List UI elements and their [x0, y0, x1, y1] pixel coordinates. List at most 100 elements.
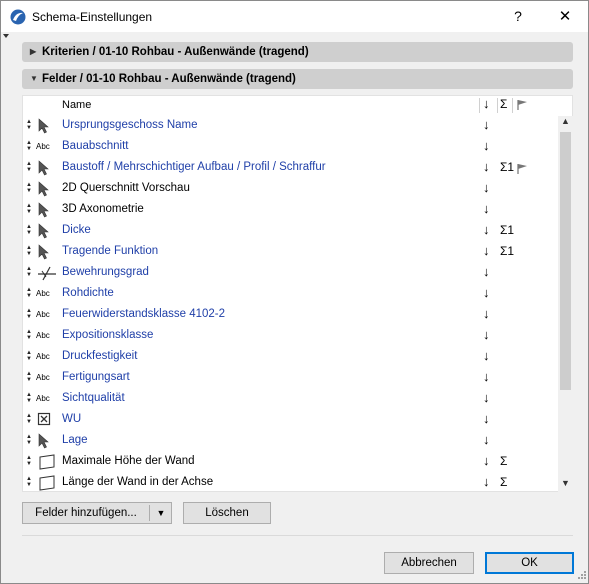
column-header-sort[interactable]: ↓ — [483, 96, 490, 111]
sort-arrow-icon[interactable]: ↓ — [483, 201, 490, 216]
total-indicator[interactable]: Σ1 — [500, 160, 514, 174]
title-bar: Schema-Einstellungen ? ✕ — [1, 1, 588, 32]
abc-icon: Abc — [36, 310, 50, 319]
field-row[interactable]: ▲ ▼ Maximale Höhe der Wand ↓ Σ — [23, 452, 557, 473]
field-row[interactable]: ▲ ▼ Länge der Wand in der Achse ↓ Σ — [23, 473, 557, 494]
drag-handle-icon[interactable]: ▲ ▼ — [25, 119, 33, 131]
cancel-button[interactable]: Abbrechen — [384, 552, 474, 574]
field-row[interactable]: ▲ ▼ Tragende Funktion ↓ Σ1 — [23, 242, 557, 263]
list-column-header: Name ↓ Σ — [23, 96, 557, 116]
field-row[interactable]: ▲ ▼ Abc Fertigungsart ↓ — [23, 368, 557, 389]
drag-handle-icon[interactable]: ▲ ▼ — [25, 245, 33, 257]
drag-handle-icon[interactable]: ▲ ▼ — [25, 182, 33, 194]
field-row[interactable]: ▲ ▼ Dicke ↓ Σ1 — [23, 221, 557, 242]
field-row[interactable]: ▲ ▼ Baustoff / Mehrschichtiger Aufbau / Pr… — [23, 158, 557, 179]
sort-arrow-icon[interactable]: ↓ — [483, 138, 490, 153]
scroll-down-icon[interactable]: ▼ — [558, 478, 573, 492]
abc-icon: Abc — [36, 352, 50, 361]
abc-icon: Abc — [36, 331, 50, 340]
criteria-section-header[interactable]: ▶ Kriterien / 01-10 Rohbau - Außenwände … — [22, 42, 573, 62]
vertical-scrollbar[interactable]: ▲ ▼ — [558, 116, 573, 492]
total-indicator[interactable]: Σ1 — [500, 244, 514, 258]
abc-icon: Abc — [36, 394, 50, 403]
field-name: 2D Querschnitt Vorschau — [62, 182, 190, 194]
column-header-total[interactable]: Σ — [500, 97, 507, 111]
field-row[interactable]: ▲ ▼ Ursprungsgeschoss Name ↓ — [23, 116, 557, 137]
sort-arrow-icon[interactable]: ↓ — [483, 432, 490, 447]
sort-arrow-icon[interactable]: ↓ — [483, 117, 490, 132]
sort-arrow-icon[interactable]: ↓ — [483, 411, 490, 426]
field-row[interactable]: ▲ ▼ 3D Axonometrie ↓ — [23, 200, 557, 221]
total-indicator[interactable]: Σ — [500, 454, 507, 468]
help-button[interactable]: ? — [495, 1, 541, 32]
sort-arrow-icon[interactable]: ↓ — [483, 285, 490, 300]
field-name: Länge der Wand in der Achse — [62, 476, 214, 488]
sort-arrow-icon[interactable]: ↓ — [483, 453, 490, 468]
scroll-up-icon[interactable]: ▲ — [558, 116, 573, 130]
drag-handle-icon[interactable]: ▲ ▼ — [25, 392, 33, 404]
drag-handle-icon[interactable]: ▲ ▼ — [25, 434, 33, 446]
close-button[interactable]: ✕ — [542, 1, 588, 32]
sort-arrow-icon[interactable]: ↓ — [483, 327, 490, 342]
drag-handle-icon[interactable]: ▲ ▼ — [25, 140, 33, 152]
drag-handle-icon[interactable]: ▲ ▼ — [25, 224, 33, 236]
total-indicator[interactable]: Σ — [500, 475, 507, 489]
field-name: WU — [62, 413, 82, 425]
fields-section-header[interactable]: ▼ Felder / 01-10 Rohbau - Außenwände (tr… — [22, 69, 573, 89]
field-name: Feuerwiderstandsklasse 4102-2 — [62, 308, 226, 320]
arrow-pointer-icon — [37, 181, 57, 197]
drag-handle-icon[interactable]: ▲ ▼ — [25, 413, 33, 425]
drag-handle-icon[interactable]: ▲ ▼ — [25, 203, 33, 215]
drag-handle-icon[interactable]: ▲ ▼ — [25, 161, 33, 173]
resize-grip-icon[interactable] — [573, 568, 587, 582]
drag-handle-icon[interactable]: ▲ ▼ — [25, 371, 33, 383]
sort-arrow-icon[interactable]: ↓ — [483, 390, 490, 405]
dialog-window: Schema-Einstellungen ? ✕ ▶ Kriterien / 0… — [0, 0, 589, 584]
field-name: Expositionsklasse — [62, 329, 154, 341]
sort-arrow-icon[interactable]: ↓ — [483, 306, 490, 321]
field-row[interactable]: ▲ ▼ Abc Rohdichte ↓ — [23, 284, 557, 305]
sort-arrow-icon[interactable]: ↓ — [483, 243, 490, 258]
ok-button[interactable]: OK — [485, 552, 574, 574]
arrow-pointer-icon — [37, 223, 57, 239]
sort-arrow-icon[interactable]: ↓ — [483, 474, 490, 489]
drag-handle-icon[interactable]: ▲ ▼ — [25, 329, 33, 341]
field-row[interactable]: ▲ ▼ Abc Druckfestigkeit ↓ — [23, 347, 557, 368]
sort-arrow-icon[interactable]: ↓ — [483, 264, 490, 279]
field-row[interactable]: ▲ ▼ 2D Querschnitt Vorschau ↓ — [23, 179, 557, 200]
column-header-name[interactable]: Name — [62, 99, 91, 111]
fields-section-label: Felder / 01-10 Rohbau - Außenwände (trag… — [42, 73, 296, 85]
drag-handle-icon[interactable]: ▲ ▼ — [25, 476, 33, 488]
field-row[interactable]: ▲ ▼ Lage ↓ — [23, 431, 557, 452]
sort-arrow-icon[interactable]: ↓ — [483, 369, 490, 384]
arrow-pointer-icon — [37, 118, 57, 134]
field-name: Lage — [62, 434, 88, 446]
field-name: Maximale Höhe der Wand — [62, 455, 195, 467]
field-name: Bauabschnitt — [62, 140, 129, 152]
sort-arrow-icon[interactable]: ↓ — [483, 180, 490, 195]
field-row[interactable]: ▲ ▼ Abc Feuerwiderstandsklasse 4102-2 ↓ — [23, 305, 557, 326]
dropdown-arrow-icon[interactable]: ▼ — [151, 503, 171, 523]
drag-handle-icon[interactable]: ▲ ▼ — [25, 308, 33, 320]
field-row[interactable]: ▲ ▼ WU ↓ — [23, 410, 557, 431]
field-row[interactable]: ▲ ▼ Abc Expositionsklasse ↓ — [23, 326, 557, 347]
add-fields-button[interactable]: Felder hinzufügen... ▼ — [22, 502, 172, 524]
sort-arrow-icon[interactable]: ↓ — [483, 222, 490, 237]
drag-handle-icon[interactable]: ▲ ▼ — [25, 287, 33, 299]
delete-button[interactable]: Löschen — [183, 502, 271, 524]
split-divider — [149, 505, 150, 521]
flag-icon[interactable] — [516, 99, 528, 111]
sort-arrow-icon[interactable]: ↓ — [483, 348, 490, 363]
scrollbar-thumb[interactable] — [560, 132, 571, 390]
sort-arrow-icon[interactable]: ↓ — [483, 159, 490, 174]
field-row[interactable]: ▲ ▼ Abc Sichtqualität ↓ — [23, 389, 557, 410]
field-row[interactable]: ▲ ▼ Abc Bauabschnitt ↓ — [23, 137, 557, 158]
drag-handle-icon[interactable]: ▲ ▼ — [25, 266, 33, 278]
total-indicator[interactable]: Σ1 — [500, 223, 514, 237]
drag-handle-icon[interactable]: ▲ ▼ — [25, 350, 33, 362]
fields-list: Name ↓ Σ ▲ ▼ Ursprungsgeschoss Name ↓ ▲ ▼ Abc B… — [22, 95, 573, 492]
flag-icon[interactable] — [516, 163, 528, 178]
wall-height-icon — [37, 475, 57, 491]
drag-handle-icon[interactable]: ▲ ▼ — [25, 455, 33, 467]
field-row[interactable]: ▲ ▼ Bewehrungsgrad ↓ — [23, 263, 557, 284]
